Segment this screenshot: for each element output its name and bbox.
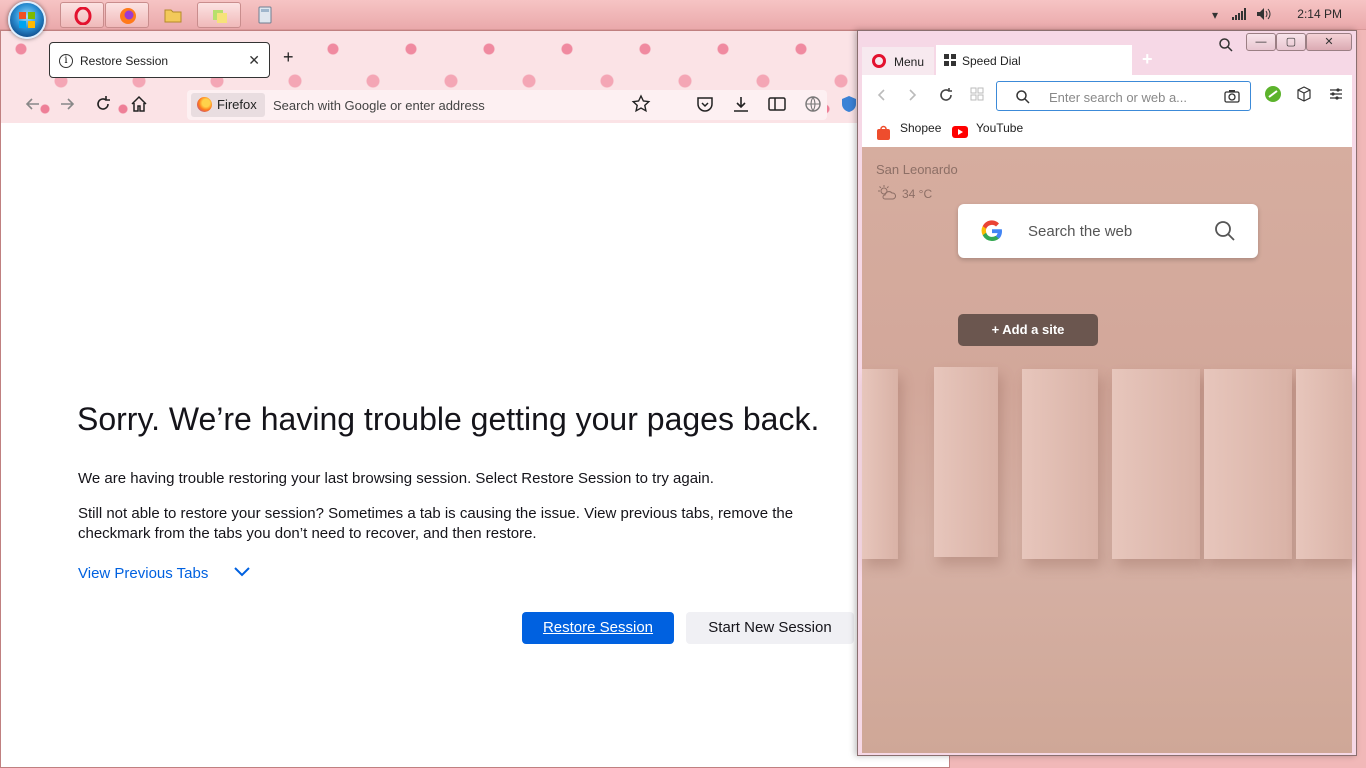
- tab-speed-dial[interactable]: Speed Dial: [936, 45, 1132, 75]
- address-bar[interactable]: Enter search or web a...: [996, 81, 1251, 111]
- firefox-titlebar: i Restore Session ✕ + Firefox Search wit…: [1, 31, 949, 123]
- taskbar-firefox-button[interactable]: [105, 2, 149, 28]
- web-search-box[interactable]: Search the web: [958, 204, 1258, 258]
- tab-search-icon[interactable]: [1218, 37, 1234, 53]
- wallpaper-panel: [1112, 369, 1200, 559]
- back-icon[interactable]: [23, 94, 43, 114]
- easy-setup-icon[interactable]: [1328, 86, 1344, 102]
- identity-box[interactable]: Firefox: [191, 93, 265, 117]
- windows-logo-icon: [19, 12, 35, 28]
- wallpaper-panel: [862, 369, 898, 559]
- start-new-session-button[interactable]: Start New Session: [686, 612, 854, 644]
- url-placeholder: Search with Google or enter address: [273, 98, 485, 113]
- shield-extension-icon[interactable]: [839, 94, 859, 114]
- taskbar-calculator-button[interactable]: [243, 2, 287, 28]
- bookmark-youtube[interactable]: YouTube: [976, 121, 1023, 135]
- wallpaper-panel: [1022, 369, 1098, 559]
- close-window-button[interactable]: ✕: [1306, 33, 1352, 51]
- sticky-notes-icon: [213, 10, 227, 23]
- tab-restore-session[interactable]: i Restore Session ✕: [49, 42, 270, 78]
- menu-label: Menu: [894, 55, 925, 69]
- opera-logo-icon: [872, 54, 886, 68]
- taskbar: ▾ 2:14 PM: [0, 0, 1366, 39]
- search-icon[interactable]: [1214, 220, 1236, 242]
- firefox-icon: [197, 97, 212, 112]
- tabs-grid-icon[interactable]: [970, 87, 984, 101]
- folder-icon: [164, 9, 182, 23]
- download-icon[interactable]: [731, 94, 751, 114]
- view-previous-tabs-link[interactable]: View Previous Tabs: [78, 565, 208, 582]
- volume-icon[interactable]: [1256, 7, 1272, 21]
- forward-icon[interactable]: [57, 94, 77, 114]
- shopee-icon: [877, 125, 890, 140]
- wallpaper-panel: [1204, 369, 1292, 559]
- taskbar-clock[interactable]: 2:14 PM: [1297, 7, 1342, 21]
- globe-extension-icon[interactable]: [803, 94, 823, 114]
- restore-session-page: Sorry. We’re having trouble getting your…: [1, 123, 949, 767]
- bookmark-star-icon[interactable]: [631, 94, 651, 114]
- speed-dial-icon: [944, 54, 956, 66]
- taskbar-explorer-button[interactable]: [151, 2, 195, 28]
- tray-chevron-icon[interactable]: ▾: [1212, 8, 1218, 22]
- wallpaper-panel: [1296, 369, 1352, 559]
- page-title: Sorry. We’re having trouble getting your…: [77, 401, 820, 437]
- opera-icon: [74, 7, 92, 25]
- weather-temperature: 34 °C: [902, 187, 933, 201]
- bookmark-shopee[interactable]: Shopee: [900, 121, 941, 135]
- identity-label: Firefox: [217, 97, 257, 112]
- new-tab-button[interactable]: +: [283, 47, 294, 68]
- address-placeholder: Enter search or web a...: [1049, 90, 1188, 105]
- opera-menu-button[interactable]: Menu: [862, 47, 934, 75]
- chevron-down-icon[interactable]: [233, 565, 251, 579]
- search-placeholder: Search the web: [1028, 223, 1133, 240]
- google-logo-icon: [981, 220, 1002, 242]
- signal-icon[interactable]: [1232, 8, 1248, 20]
- info-icon: i: [59, 54, 73, 68]
- weather-city: San Leonardo: [876, 162, 958, 177]
- help-message: Still not able to restore your session? …: [78, 505, 794, 542]
- forward-icon[interactable]: [904, 87, 920, 103]
- home-icon[interactable]: [129, 94, 149, 114]
- maximize-button[interactable]: ▢: [1276, 33, 1306, 51]
- wallpaper-panel: [934, 367, 998, 557]
- sidebar-icon[interactable]: [767, 94, 787, 114]
- weather-cloudy-sun-icon: [878, 185, 896, 200]
- search-icon: [1016, 90, 1030, 104]
- vpn-extension-icon[interactable]: [1264, 85, 1282, 103]
- opera-toolbar: Enter search or web a... Shopee YouTube: [862, 75, 1352, 147]
- firefox-icon: [120, 8, 136, 24]
- calculator-icon: [258, 6, 272, 24]
- firefox-navbar: Firefox Search with Google or enter addr…: [1, 86, 949, 123]
- speed-dial-page: San Leonardo 34 °C Search the web + Add …: [862, 147, 1352, 753]
- reload-icon[interactable]: [93, 94, 113, 114]
- new-tab-button[interactable]: +: [1142, 49, 1153, 70]
- camera-icon[interactable]: [1224, 89, 1240, 103]
- restore-session-button[interactable]: Restore Session: [522, 612, 674, 644]
- tab-label: Speed Dial: [962, 54, 1021, 68]
- opera-window: — ▢ ✕ Menu Speed Dial + Enter search or …: [857, 30, 1357, 756]
- minimize-button[interactable]: —: [1246, 33, 1276, 51]
- reload-icon[interactable]: [938, 87, 954, 103]
- taskbar-opera-button[interactable]: [60, 2, 104, 28]
- error-message: We are having trouble restoring your las…: [78, 470, 714, 487]
- youtube-icon: [952, 126, 968, 138]
- extensions-cube-icon[interactable]: [1296, 86, 1312, 102]
- pocket-icon[interactable]: [695, 94, 715, 114]
- taskbar-notes-button[interactable]: [197, 2, 241, 28]
- add-a-site-button[interactable]: + Add a site: [958, 314, 1098, 346]
- tab-label: Restore Session: [80, 54, 169, 68]
- start-button[interactable]: [8, 1, 46, 39]
- back-icon[interactable]: [874, 87, 890, 103]
- firefox-window: i Restore Session ✕ + Firefox Search wit…: [0, 30, 950, 768]
- close-tab-icon[interactable]: ✕: [248, 52, 260, 69]
